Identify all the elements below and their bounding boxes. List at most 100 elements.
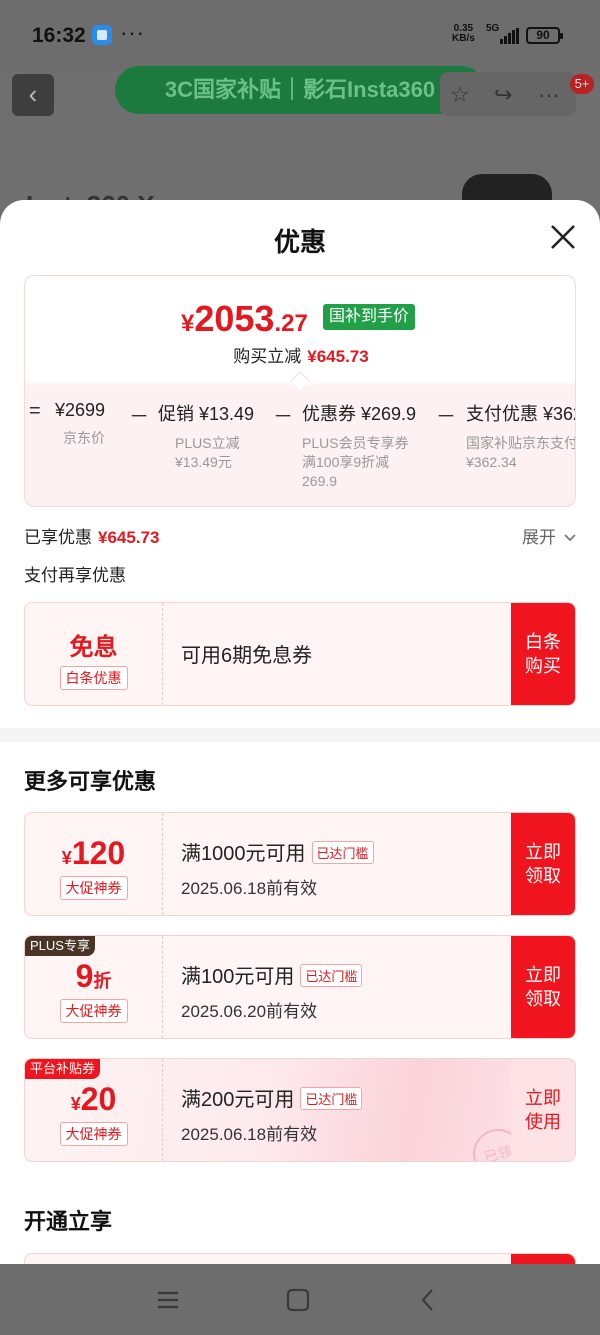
coupon-amount: 9 <box>75 958 94 994</box>
share-icon[interactable]: ↪ <box>494 82 512 108</box>
coupon-threshold-text: 满100元可用 <box>181 966 295 988</box>
instant-discount-label: 购买立减 <box>233 347 302 366</box>
breakdown-main: ¥2699 <box>55 400 106 420</box>
baitiao-buy-button[interactable]: 白条 购买 <box>511 603 575 705</box>
back-nav-icon[interactable] <box>414 1286 442 1314</box>
price-breakdown[interactable]: = ¥2699 京东价 － 促销 ¥13.49 PLUS立减 ¥13.49元 －… <box>25 396 575 506</box>
chevron-down-icon <box>564 534 576 542</box>
breakdown-item-promotion: 促销 ¥13.49 PLUS立减 ¥13.49元 <box>158 400 254 472</box>
coupon-expiry: 2025.06.18前有效 <box>181 879 318 898</box>
breakdown-sub: 国家补贴京东支付 ¥362.34 <box>466 434 575 472</box>
coupon-value: ¥20 <box>25 1081 162 1118</box>
subsidy-banner[interactable]: 3C国家补贴｜影石Insta360 <box>115 66 485 114</box>
enjoyed-label: 已享优惠 <box>24 528 92 547</box>
signal-icon <box>500 28 520 44</box>
claim-coupon-button[interactable]: 立即 领取 <box>511 936 575 1038</box>
coupon-unit: 折 <box>93 971 112 991</box>
equals-sign: = <box>29 400 41 422</box>
membership-card[interactable] <box>24 1253 576 1264</box>
coupon-info: 满100元可用 已达门槛 2025.06.20前有效 <box>181 960 363 1022</box>
coupon-big-text: 免息 <box>69 634 118 661</box>
top-actions: ☆ ↪ ··· <box>440 72 576 116</box>
coupon-value: 9折 <box>25 958 162 995</box>
minus-sign: － <box>273 406 293 428</box>
threshold-reached-pill: 已达门槛 <box>300 1087 363 1110</box>
button-line: 使用 <box>525 1112 561 1132</box>
breakdown-sub-line: PLUS立减 <box>175 435 240 451</box>
breakdown-item-coupon: 优惠券 ¥269.9 PLUS会员专享券 满100享9折减 269.9 <box>302 400 416 491</box>
final-price-currency: ¥ <box>181 310 195 337</box>
minus-sign: － <box>436 406 456 428</box>
discount-sheet: 优惠 ¥2053.27 国补到手价 购买立减 ¥645.73 = ¥2699 京东… <box>0 200 600 1264</box>
button-line: 领取 <box>525 866 561 886</box>
status-time: 16:32 <box>32 24 86 47</box>
favorite-star-icon[interactable]: ☆ <box>450 82 470 108</box>
pointer-notch <box>290 371 310 391</box>
network-speed: 0.35 KB/s <box>452 24 475 44</box>
enjoyed-amount: ¥645.73 <box>98 528 160 547</box>
final-price: ¥2053.27 <box>181 298 308 340</box>
breakdown-main: 促销 ¥13.49 <box>158 404 255 424</box>
more-notifications-icon: ··· <box>120 20 145 45</box>
breakdown-sub: 京东价 <box>63 429 105 448</box>
enjoyed-discount: 已享优惠 ¥645.73 <box>24 523 159 548</box>
final-price-integer: 2053 <box>194 298 275 339</box>
claim-coupon-button[interactable]: 立即 领取 <box>511 813 575 915</box>
use-coupon-button[interactable]: 立即 使用 <box>511 1059 575 1161</box>
coupon-currency: ¥ <box>61 848 72 868</box>
plus-exclusive-badge: PLUS专享 <box>25 936 95 956</box>
coupon-card: ¥20 大促神券 平台补贴券 满200元可用 已达门槛 2025.06.18前有效… <box>24 1058 576 1162</box>
threshold-reached-pill: 已达门槛 <box>300 964 363 987</box>
sheet-title: 优惠 <box>273 227 326 257</box>
coupon-left: 免息 白条优惠 <box>25 603 163 705</box>
button-line: 立即 <box>525 842 561 862</box>
breakdown-sub: PLUS会员专享券 满100享9折减 269.9 <box>302 434 416 491</box>
network-type: 5G <box>486 23 500 34</box>
breakdown-item-payment: 支付优惠 ¥362.34 国家补贴京东支付 ¥362.34 <box>466 400 575 472</box>
button-line: 立即 <box>525 1088 561 1108</box>
breakdown-sub-line: 269.9 <box>302 473 338 489</box>
subsidy-price-tag: 国补到手价 <box>323 304 416 330</box>
coupon-card: 9折 大促神券 PLUS专享 满100元可用 已达门槛 2025.06.20前有效… <box>24 935 576 1039</box>
breakdown-sub-line: ¥362.34 <box>466 454 517 470</box>
expand-toggle[interactable]: 展开 <box>522 523 577 548</box>
coupon-currency: ¥ <box>70 1094 81 1114</box>
instant-discount: 购买立减 ¥645.73 <box>25 342 575 367</box>
price-summary-card: ¥2053.27 国补到手价 购买立减 ¥645.73 = ¥2699 京东价 －… <box>24 275 576 507</box>
battery-icon: 90 <box>526 27 563 44</box>
network-speed-unit: KB/s <box>452 33 475 44</box>
coupon-threshold-text: 满200元可用 <box>181 1089 295 1111</box>
breakdown-sub-line: 京东价 <box>63 430 105 446</box>
button-line: 立即 <box>525 965 561 985</box>
coupon-amount: 20 <box>80 1081 117 1117</box>
close-icon[interactable] <box>544 218 582 256</box>
baitiao-interest-free-card: 免息 白条优惠 可用6期免息券 白条 购买 <box>24 602 576 706</box>
threshold-reached-pill: 已达门槛 <box>311 841 374 864</box>
button-line: 白条 <box>525 632 561 652</box>
coupon-amount: 120 <box>71 835 126 871</box>
app-notification-icon <box>92 25 112 45</box>
minus-sign: － <box>129 406 149 428</box>
expand-label: 展开 <box>522 528 556 547</box>
section-divider <box>0 728 600 742</box>
coupon-threshold: 满200元可用 已达门槛 <box>181 1083 363 1112</box>
final-price-decimal: .27 <box>274 310 308 337</box>
coupon-description: 可用6期免息券 <box>181 645 313 667</box>
coupon-left: ¥120 大促神券 <box>25 813 163 915</box>
coupon-info: 满200元可用 已达门槛 2025.06.18前有效 <box>181 1083 363 1145</box>
coupon-type-label: 白条优惠 <box>59 666 128 690</box>
coupon-expiry: 2025.06.18前有效 <box>181 1125 318 1144</box>
instant-discount-amount: ¥645.73 <box>307 347 369 366</box>
breakdown-main: 支付优惠 ¥362.34 <box>466 404 575 424</box>
menu-icon[interactable] <box>154 1286 182 1314</box>
button-line: 领取 <box>525 989 561 1009</box>
system-nav-bar <box>0 1264 600 1335</box>
open-membership-title: 开通立享 <box>24 1209 113 1234</box>
breakdown-sub-line: PLUS会员专享券 <box>302 435 409 451</box>
back-icon[interactable]: ‹ <box>12 74 54 116</box>
more-icon[interactable]: ··· <box>538 82 560 108</box>
more-discounts-title: 更多可享优惠 <box>24 769 157 794</box>
coupon-type-label: 大促神券 <box>59 1122 128 1146</box>
breakdown-item-jd-price: ¥2699 京东价 <box>55 400 105 448</box>
home-icon[interactable] <box>284 1286 312 1314</box>
